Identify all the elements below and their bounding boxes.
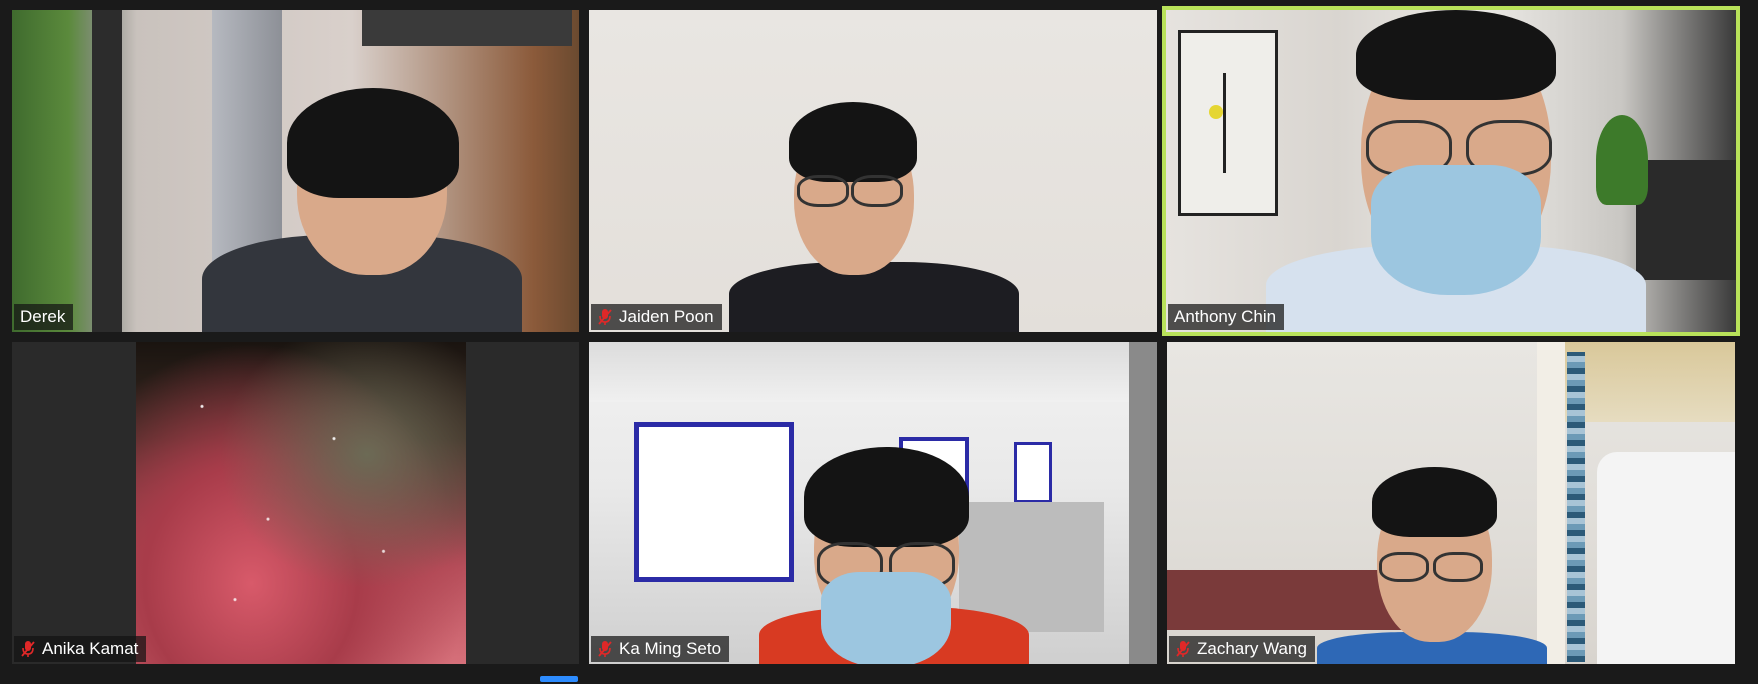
video-tile-anika-kamat[interactable]: Anika Kamat — [12, 342, 579, 664]
microphone-muted-icon — [598, 641, 612, 657]
person-hair — [1356, 10, 1556, 100]
participant-name: Zachary Wang — [1197, 639, 1307, 658]
curtain — [1537, 342, 1565, 664]
participant-name-tag: Anika Kamat — [14, 636, 147, 662]
participant-name: Anthony Chin — [1174, 307, 1277, 326]
wooden-headboard — [1167, 570, 1407, 630]
participant-name-tag: Ka Ming Seto — [591, 636, 730, 662]
microphone-muted-icon — [1176, 641, 1190, 657]
gallery-page-indicator[interactable] — [540, 676, 578, 682]
person-hair — [1372, 467, 1497, 537]
video-tile-derek[interactable]: Derek — [12, 10, 579, 332]
participant-name: Jaiden Poon — [619, 307, 714, 326]
participant-name-tag: Anthony Chin — [1168, 304, 1285, 330]
bunk-frame — [362, 10, 572, 46]
participant-name: Anika Kamat — [42, 639, 139, 658]
video-tile-anthony-chin[interactable]: Anthony Chin — [1162, 6, 1740, 336]
office-wall-pillar — [1129, 342, 1157, 664]
participant-name: Ka Ming Seto — [619, 639, 722, 658]
art-line — [1223, 73, 1226, 173]
video-tile-jaiden-poon[interactable]: Jaiden Poon — [589, 10, 1157, 332]
participant-name: Derek — [20, 307, 66, 326]
window-frame — [92, 10, 122, 332]
person-hair — [789, 102, 917, 182]
person-hair — [287, 88, 459, 198]
participant-name-tag: Zachary Wang — [1169, 636, 1315, 662]
art-yellow-dot — [1209, 105, 1223, 119]
mosaic-tiles — [1567, 352, 1585, 662]
person-body — [729, 262, 1019, 332]
microphone-muted-icon — [598, 309, 612, 325]
person-glasses — [851, 175, 903, 207]
video-gallery: Derek Jaiden Poon Anthony Chin Anika Kam… — [0, 0, 1758, 684]
office-ceiling — [589, 342, 1157, 402]
participant-name-tag: Derek — [14, 304, 74, 330]
virtual-background — [136, 342, 466, 664]
plant — [1596, 115, 1648, 205]
video-tile-ka-ming-seto[interactable]: Ka Ming Seto — [589, 342, 1157, 664]
office-window — [634, 422, 794, 582]
face-mask — [821, 572, 951, 664]
person-hair — [804, 447, 969, 547]
face-mask — [1371, 165, 1541, 295]
person-glasses — [1433, 552, 1483, 582]
participant-name-tag: Jaiden Poon — [591, 304, 722, 330]
office-window — [1014, 442, 1052, 503]
person-glasses — [1379, 552, 1429, 582]
wall-art — [1178, 30, 1278, 216]
person-glasses — [797, 175, 849, 207]
microphone-muted-icon — [21, 641, 35, 657]
video-tile-zachary-wang[interactable]: Zachary Wang — [1167, 342, 1735, 664]
mirror-panel — [1597, 452, 1735, 664]
bookshelf — [1636, 160, 1736, 280]
